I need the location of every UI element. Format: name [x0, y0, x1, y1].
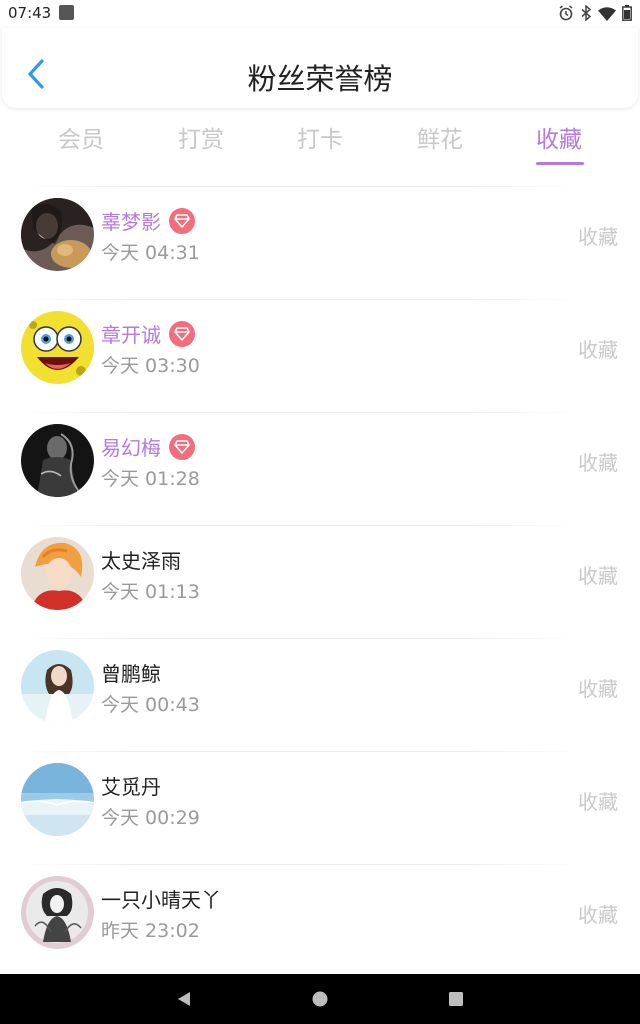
favorite-label: 收藏	[578, 790, 618, 814]
fan-name: 章开诚	[101, 323, 161, 347]
vip-badge-icon	[169, 207, 195, 234]
name-line: 辜梦影	[101, 206, 195, 235]
list-item[interactable]: 章开诚 今天 03:30 收藏	[0, 299, 640, 412]
fan-name: 曾鹏鲸	[101, 662, 161, 686]
favorite-label: 收藏	[578, 225, 618, 249]
divider	[20, 412, 580, 413]
favorite-label: 收藏	[578, 903, 618, 927]
recents-square-icon	[449, 992, 463, 1006]
name-line: 易幻梅	[101, 432, 195, 461]
fan-time: 今天 00:43	[101, 694, 200, 716]
fan-time: 今天 00:29	[101, 807, 200, 829]
fan-name: 易幻梅	[101, 436, 161, 460]
system-nav-bar	[0, 974, 640, 1024]
back-triangle-icon	[178, 992, 190, 1006]
list-item[interactable]: 艾觅丹 今天 00:29 收藏	[0, 751, 640, 864]
vip-badge-icon	[169, 433, 195, 460]
page-title: 粉丝荣誉榜	[247, 62, 393, 96]
avatar[interactable]	[21, 198, 94, 271]
wifi-icon	[598, 6, 616, 21]
status-bar: 07:43	[0, 0, 640, 28]
nav-back-button[interactable]	[171, 986, 197, 1012]
avatar[interactable]	[21, 424, 94, 497]
name-line: 艾觅丹	[101, 771, 161, 800]
tab-reward[interactable]: 打赏	[156, 120, 246, 154]
nav-recents-button[interactable]	[443, 986, 469, 1012]
list-item[interactable]: 太史泽雨 今天 01:13 收藏	[0, 525, 640, 638]
divider	[20, 525, 580, 526]
avatar[interactable]	[21, 311, 94, 384]
divider	[20, 638, 580, 639]
divider	[20, 299, 580, 300]
fan-name: 辜梦影	[101, 210, 161, 234]
favorite-label: 收藏	[578, 564, 618, 588]
alarm-icon	[559, 5, 573, 21]
fan-name: 一只小晴天丫	[101, 888, 221, 912]
fan-time: 昨天 23:02	[101, 920, 200, 942]
notification-app-icon	[59, 5, 74, 20]
divider	[20, 751, 580, 752]
divider	[20, 864, 580, 865]
favorite-label: 收藏	[578, 338, 618, 362]
name-line: 曾鹏鲸	[101, 658, 161, 687]
avatar[interactable]	[21, 876, 94, 949]
name-line: 太史泽雨	[101, 545, 181, 574]
bluetooth-icon	[581, 5, 592, 21]
fan-time: 今天 03:30	[101, 355, 200, 377]
tab-favorite[interactable]: 收藏	[514, 120, 604, 154]
fan-name: 艾觅丹	[101, 775, 161, 799]
fan-list: 辜梦影 今天 04:31 收藏 章开诚 今天 03:30 收藏 易幻梅 今天 0…	[0, 186, 640, 977]
avatar[interactable]	[21, 650, 94, 723]
home-circle-icon	[312, 991, 328, 1007]
favorite-label: 收藏	[578, 451, 618, 475]
tab-flower[interactable]: 鲜花	[395, 120, 485, 154]
vip-badge-icon	[169, 320, 195, 347]
list-item[interactable]: 曾鹏鲸 今天 00:43 收藏	[0, 638, 640, 751]
fan-time: 今天 01:13	[101, 581, 200, 603]
battery-icon	[622, 5, 632, 21]
active-tab-indicator	[536, 162, 584, 165]
nav-home-button[interactable]	[307, 986, 333, 1012]
name-line: 章开诚	[101, 319, 195, 348]
header-bar: 粉丝荣誉榜	[2, 28, 638, 108]
divider	[20, 186, 580, 187]
status-icons	[558, 4, 632, 22]
list-item[interactable]: 易幻梅 今天 01:28 收藏	[0, 412, 640, 525]
fan-name: 太史泽雨	[101, 549, 181, 573]
list-item[interactable]: 辜梦影 今天 04:31 收藏	[0, 186, 640, 299]
avatar[interactable]	[21, 537, 94, 610]
status-time: 07:43	[8, 4, 52, 22]
fan-time: 今天 01:28	[101, 468, 200, 490]
avatar[interactable]	[21, 763, 94, 836]
fan-time: 今天 04:31	[101, 242, 200, 264]
list-item[interactable]: 一只小晴天丫 昨天 23:02 收藏	[0, 864, 640, 977]
name-line: 一只小晴天丫	[101, 884, 221, 913]
favorite-label: 收藏	[578, 677, 618, 701]
tab-checkin[interactable]: 打卡	[275, 120, 365, 154]
tab-member[interactable]: 会员	[36, 120, 126, 154]
